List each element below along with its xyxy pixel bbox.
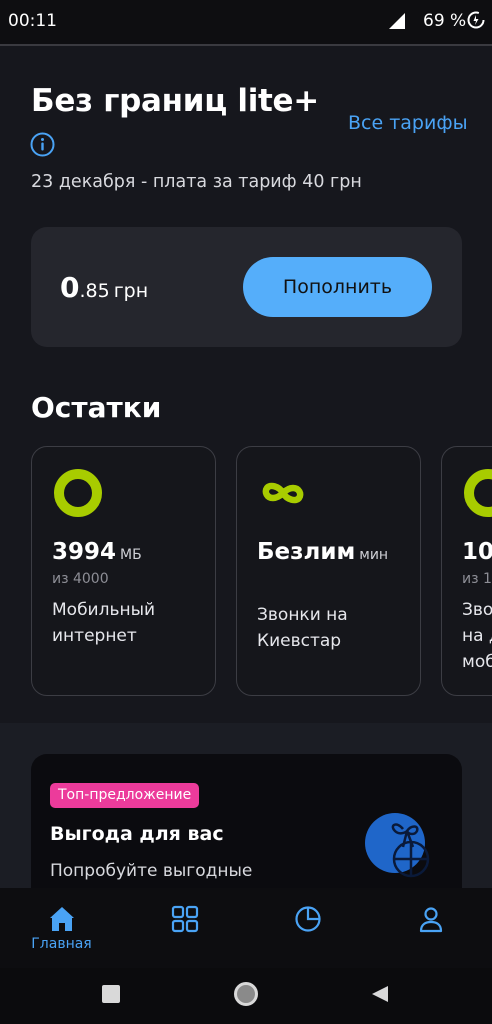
nav-item-usage[interactable] [246,888,369,968]
balance-decimal: .85 [79,280,110,302]
offer-subtitle: Попробуйте выгодные [50,861,253,881]
remainder-amount: 10 [462,539,492,565]
battery-percent: 69 % [423,11,467,31]
remainder-total: из 4000 [52,571,109,587]
remainder-label-line: интернет [52,626,137,646]
remainder-value: 10 [462,539,492,565]
ring-icon [464,469,492,517]
offer-badge: Топ-предложение [50,783,200,808]
remainder-label-line: Мобильный [52,600,156,620]
remainders-title: Остатки [31,391,162,424]
balance-currency: грн [113,280,149,302]
balance-card: 0.85 грн Пополнить [31,227,462,347]
system-nav-bar [0,968,492,1024]
remainder-amount: Безлим мин [257,539,388,565]
offer-card[interactable]: Топ-предложение Выгода для вас Попробуйт… [31,754,462,888]
topup-button[interactable]: Пополнить [243,257,432,317]
nav-item-services[interactable] [123,888,246,968]
signal-icon [389,13,405,29]
bottom-nav: Главная [0,888,492,968]
profile-icon [419,907,443,933]
remainder-label: Мобильный интернет [52,597,212,649]
balance-value: 0.85 грн [60,271,148,304]
grid-icon [171,905,199,933]
pie-chart-icon [295,906,321,932]
remainder-label-line: моб [462,652,492,672]
remainder-amount: 3994 МБ [52,539,142,565]
nav-label-home: Главная [31,936,92,952]
back-button[interactable] [370,984,390,1004]
nav-item-home[interactable]: Главная [0,888,123,968]
ring-icon [54,469,102,517]
infinity-icon [262,482,304,504]
remainder-value: Безлим [257,539,356,565]
nav-item-profile[interactable] [369,888,492,968]
remainder-label-line: Киевстар [257,631,342,651]
recents-button[interactable] [102,985,120,1003]
balance-integer: 0 [60,271,80,304]
remainder-label: Звонки на Киевстар [257,602,417,654]
remainder-value: 3994 [52,539,117,565]
remainder-label-line: Звонки на [257,605,348,625]
remainder-total: из 10 [462,571,492,587]
payment-note: 23 декабря - плата за тариф 40 грн [31,172,362,192]
battery-saver-icon [467,11,485,29]
remainder-label-line: Зво [462,600,492,620]
status-time: 00:11 [8,11,57,31]
plan-title: Без границ lite+ [31,83,319,119]
info-icon[interactable] [30,132,55,157]
remainder-card-internet[interactable]: 3994 МБ из 4000 Мобильный интернет [31,446,216,696]
status-bar: 00:11 69 % [0,0,492,44]
home-icon [50,907,74,931]
main-content[interactable]: Без границ lite+ Все тарифы 23 декабря -… [0,46,492,888]
home-button[interactable] [234,982,258,1006]
gift-icon [365,813,430,878]
remainder-unit: мин [359,547,389,563]
remainder-unit: МБ [120,547,142,563]
remainder-label: Зво на д моб [462,597,492,675]
all-tariffs-link[interactable]: Все тарифы [348,112,468,134]
remainder-card-other[interactable]: 10 из 10 Зво на д моб [441,446,492,696]
offer-title: Выгода для вас [50,823,224,845]
remainder-card-calls[interactable]: Безлим мин Звонки на Киевстар [236,446,421,696]
remainder-label-line: на д [462,626,492,646]
